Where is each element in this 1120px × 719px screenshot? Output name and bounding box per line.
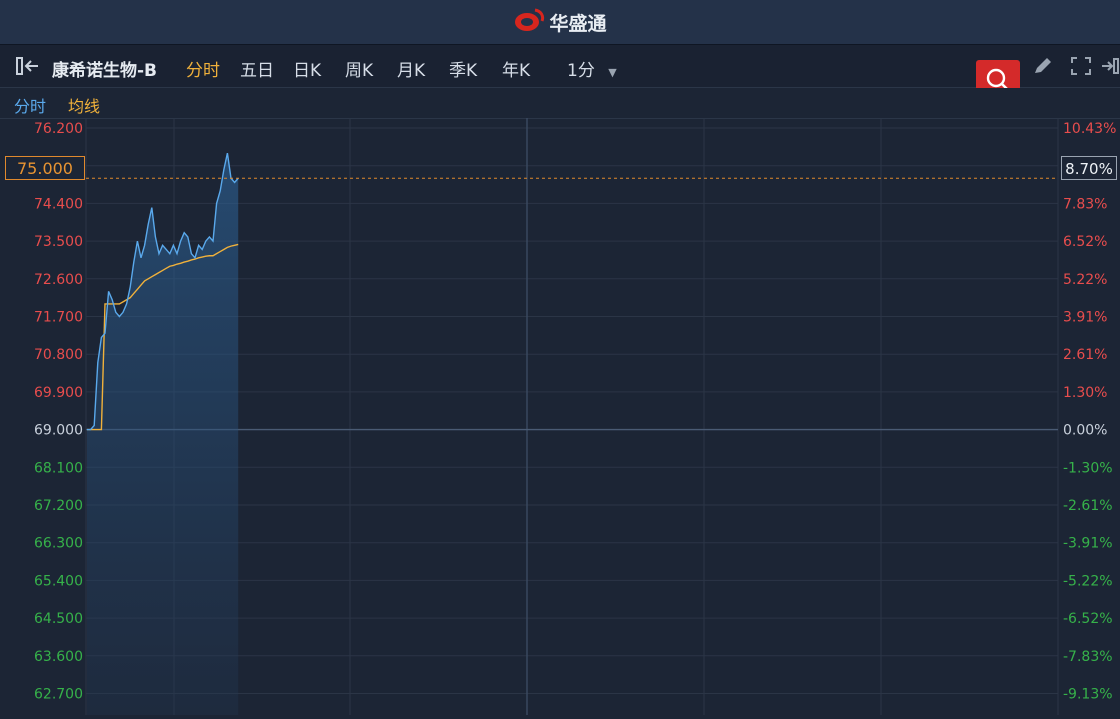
tab-daily-k[interactable]: 日K [293, 56, 321, 81]
pct-tick-label: 5.22% [1063, 272, 1107, 288]
current-price-label: 75.000 [5, 156, 85, 180]
brand-name: 华盛通 [549, 12, 607, 35]
price-tick-label: 62.700 [34, 687, 83, 703]
pct-tick-label: -2.61% [1063, 498, 1113, 514]
stock-name[interactable]: 康希诺生物-B [52, 56, 157, 81]
price-tick-label: 65.400 [34, 573, 83, 589]
chart-toolbar: 康希诺生物-B 分时 五日 日K 周K 月K 季K 年K 1分 ▼ [0, 45, 1120, 104]
tab-yearly-k[interactable]: 年K [502, 56, 530, 81]
pct-tick-label: -9.13% [1063, 687, 1113, 703]
price-tick-label: 70.800 [34, 347, 83, 363]
intraday-chart[interactable]: 76.20075.30074.40073.50072.60071.70070.8… [0, 118, 1120, 716]
price-tick-label: 73.500 [34, 234, 83, 250]
pct-tick-label: -3.91% [1063, 536, 1113, 552]
legend-avg-line: 均线 [68, 97, 101, 116]
huasheng-logo-icon [513, 7, 545, 38]
pct-tick-label: 7.83% [1063, 196, 1107, 212]
tab-intraday[interactable]: 分时 [186, 56, 220, 81]
current-pct-label: 8.70% [1061, 156, 1117, 180]
price-tick-label: 63.600 [34, 649, 83, 665]
price-tick-label: 76.200 [34, 121, 83, 137]
price-area [87, 153, 239, 716]
price-tick-label: 69.900 [34, 385, 83, 401]
tab-quarterly-k[interactable]: 季K [449, 56, 477, 81]
pct-tick-label: -7.83% [1063, 649, 1113, 665]
price-tick-label: 72.600 [34, 272, 83, 288]
pct-axis: 10.43%9.13%7.83%6.52%5.22%3.91%2.61%1.30… [1063, 121, 1116, 703]
price-area-layer [87, 153, 239, 716]
expand-panel-icon[interactable] [1100, 56, 1120, 81]
brand: 华盛通 [513, 7, 607, 38]
interval-select[interactable]: 1分 ▼ [567, 56, 617, 81]
interval-value: 1分 [567, 61, 595, 81]
chart-legend: 分时 均线 [0, 88, 1120, 119]
pct-tick-label: -5.22% [1063, 573, 1113, 589]
collapse-sidebar-icon[interactable] [14, 55, 42, 82]
pencil-icon[interactable] [1032, 56, 1054, 81]
brand-bar: 华盛通 [0, 0, 1120, 45]
price-tick-label: 67.200 [34, 498, 83, 514]
price-tick-label: 68.100 [34, 460, 83, 476]
pct-tick-label: 1.30% [1063, 385, 1107, 401]
tab-monthly-k[interactable]: 月K [397, 56, 425, 81]
price-tick-label: 69.000 [34, 423, 83, 439]
fullscreen-icon[interactable] [1070, 56, 1092, 81]
legend-price-line: 分时 [14, 97, 47, 116]
price-tick-label: 66.300 [34, 536, 83, 552]
pct-tick-label: -1.30% [1063, 460, 1113, 476]
tab-five-day[interactable]: 五日 [240, 56, 274, 81]
chevron-down-icon: ▼ [608, 66, 617, 79]
price-tick-label: 74.400 [34, 196, 83, 212]
tab-weekly-k[interactable]: 周K [345, 56, 373, 81]
pct-tick-label: 10.43% [1063, 121, 1116, 137]
pct-tick-label: 0.00% [1063, 423, 1107, 439]
pct-tick-label: 2.61% [1063, 347, 1107, 363]
pct-tick-label: 6.52% [1063, 234, 1107, 250]
price-axis: 76.20075.30074.40073.50072.60071.70070.8… [34, 121, 83, 703]
pct-tick-label: -6.52% [1063, 611, 1113, 627]
pct-tick-label: 3.91% [1063, 310, 1107, 326]
price-tick-label: 64.500 [34, 611, 83, 627]
price-tick-label: 71.700 [34, 310, 83, 326]
chart-svg: 76.20075.30074.40073.50072.60071.70070.8… [34, 118, 1116, 716]
